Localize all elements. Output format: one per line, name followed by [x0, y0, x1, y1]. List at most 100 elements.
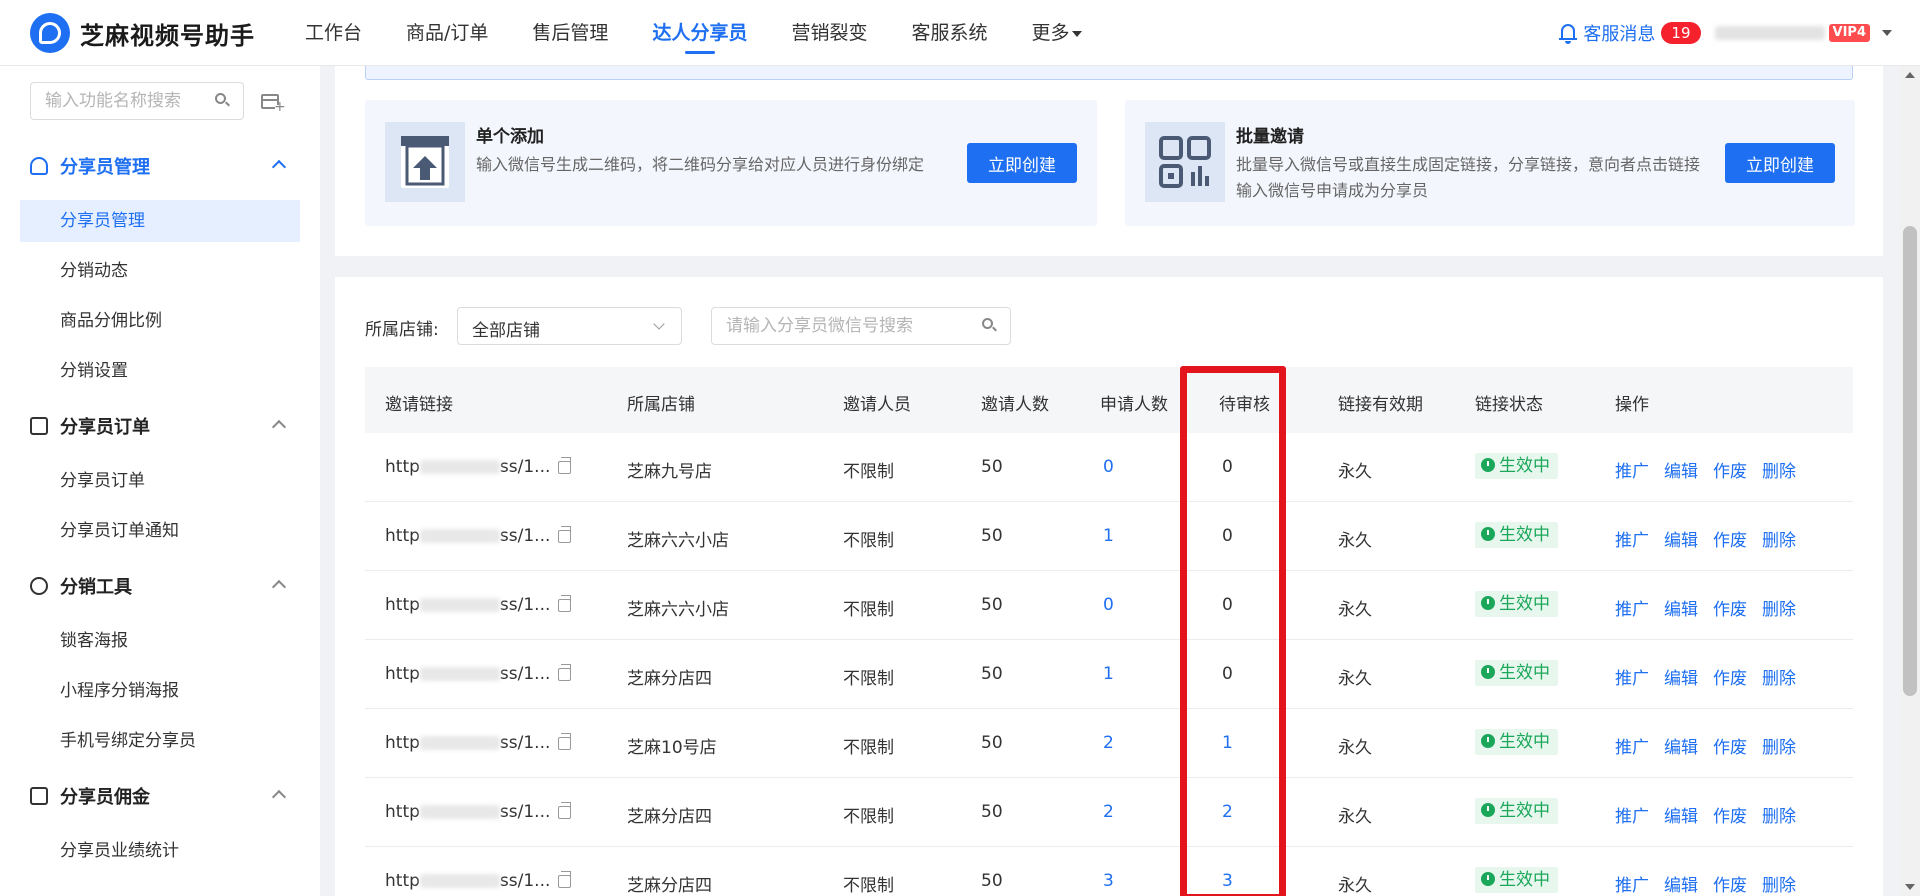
account-name-blurred[interactable]: [1714, 26, 1825, 40]
promote-button[interactable]: 推广: [1615, 876, 1649, 896]
sidebar-item-lock-poster[interactable]: 锁客海报: [20, 620, 300, 662]
invite-link[interactable]: http ss/1...: [385, 456, 572, 477]
edit-button[interactable]: 编辑: [1664, 600, 1698, 620]
delete-button[interactable]: 删除: [1762, 531, 1796, 551]
cell-apply-count[interactable]: 2: [1103, 733, 1114, 753]
scroll-up-icon[interactable]: [1905, 72, 1915, 78]
nav-item-more[interactable]: 更多: [1031, 0, 1082, 66]
sidebar-group-sharer-commission[interactable]: 分享员佣金: [0, 772, 320, 820]
invite-link[interactable]: http ss/1...: [385, 732, 572, 753]
cell-apply-count[interactable]: 2: [1103, 802, 1114, 822]
cell-pending[interactable]: 1: [1222, 733, 1233, 753]
sidebar-item-commission-ratio[interactable]: 商品分佣比例: [20, 300, 300, 342]
nav-item-goods-orders[interactable]: 商品/订单: [406, 0, 488, 66]
col-invite-link: 邀请链接: [385, 395, 453, 415]
scroll-down-icon[interactable]: [1905, 884, 1915, 890]
account-caret-icon[interactable]: [1882, 30, 1892, 36]
copy-icon[interactable]: [558, 870, 572, 888]
sidebar-item-phone-bind[interactable]: 手机号绑定分享员: [20, 720, 300, 762]
single-add-create-button[interactable]: 立即创建: [967, 143, 1077, 183]
void-button[interactable]: 作废: [1713, 738, 1747, 758]
promote-button[interactable]: 推广: [1615, 531, 1649, 551]
cell-pending[interactable]: 3: [1222, 871, 1233, 891]
cell-apply-count[interactable]: 0: [1103, 595, 1114, 615]
promote-button[interactable]: 推广: [1615, 669, 1649, 689]
copy-icon[interactable]: [558, 663, 572, 681]
edit-button[interactable]: 编辑: [1664, 876, 1698, 896]
void-button[interactable]: 作废: [1713, 876, 1747, 896]
edit-button[interactable]: 编辑: [1664, 462, 1698, 482]
sidebar-group-distribution-tools[interactable]: 分销工具: [0, 562, 320, 610]
invite-link[interactable]: http ss/1...: [385, 801, 572, 822]
copy-icon[interactable]: [558, 525, 572, 543]
page-scrollbar[interactable]: [1900, 66, 1920, 896]
edit-button[interactable]: 编辑: [1664, 669, 1698, 689]
status-text: 生效中: [1499, 525, 1550, 545]
sidebar-item-order-notification[interactable]: 分享员订单通知: [20, 510, 300, 552]
delete-button[interactable]: 删除: [1762, 876, 1796, 896]
delete-button[interactable]: 删除: [1762, 669, 1796, 689]
edit-button[interactable]: 编辑: [1664, 807, 1698, 827]
add-shortcut-icon[interactable]: [261, 94, 286, 115]
invite-link[interactable]: http ss/1...: [385, 525, 572, 546]
delete-button[interactable]: 删除: [1762, 738, 1796, 758]
sharer-search-input[interactable]: [712, 308, 962, 344]
nav-item-after-sales[interactable]: 售后管理: [532, 0, 608, 66]
sidebar-item-miniprogram-poster[interactable]: 小程序分销海报: [20, 670, 300, 712]
invite-link[interactable]: http ss/1...: [385, 870, 572, 891]
invite-link[interactable]: http ss/1...: [385, 594, 572, 615]
promote-button[interactable]: 推广: [1615, 738, 1649, 758]
sidebar-item-sharer-orders[interactable]: 分享员订单: [20, 460, 300, 502]
void-button[interactable]: 作废: [1713, 531, 1747, 551]
scroll-thumb[interactable]: [1903, 226, 1917, 696]
delete-button[interactable]: 删除: [1762, 462, 1796, 482]
batch-invite-create-button[interactable]: 立即创建: [1725, 143, 1835, 183]
nav-item-marketing[interactable]: 营销裂变: [791, 0, 867, 66]
top-bar: 芝麻视频号助手 工作台 商品/订单 售后管理 达人分享员 营销裂变 客服系统 更…: [0, 0, 1920, 66]
nav-item-workbench[interactable]: 工作台: [305, 0, 362, 66]
chevron-up-icon[interactable]: [271, 579, 287, 595]
nav-item-sharers[interactable]: 达人分享员: [652, 0, 747, 66]
edit-button[interactable]: 编辑: [1664, 738, 1698, 758]
sidebar-item-sharer-management[interactable]: 分享员管理: [20, 200, 300, 242]
sidebar-search-input[interactable]: [31, 83, 201, 119]
nav-item-customer-service[interactable]: 客服系统: [911, 0, 987, 66]
promote-button[interactable]: 推广: [1615, 600, 1649, 620]
promote-button[interactable]: 推广: [1615, 807, 1649, 827]
cell-validity: 永久: [1338, 738, 1372, 758]
table-row: http ss/1... 芝麻九号店 不限制 50 0 0 永久 生效中 推广 编辑 作废 删除: [365, 433, 1853, 502]
sidebar-item-performance-stats[interactable]: 分享员业绩统计: [20, 830, 300, 872]
sidebar-group-sharer-management[interactable]: 分享员管理: [0, 142, 320, 190]
store-select[interactable]: 全部店铺: [457, 307, 682, 345]
copy-icon[interactable]: [558, 594, 572, 612]
service-message-link[interactable]: 客服消息: [1583, 20, 1655, 46]
cell-apply-count[interactable]: 3: [1103, 871, 1114, 891]
chevron-up-icon[interactable]: [271, 159, 287, 175]
search-icon[interactable]: [215, 93, 230, 107]
app-logo[interactable]: 芝麻视频号助手: [30, 13, 255, 53]
chevron-up-icon[interactable]: [271, 419, 287, 435]
void-button[interactable]: 作废: [1713, 462, 1747, 482]
col-status: 链接状态: [1475, 395, 1543, 415]
cell-pending[interactable]: 2: [1222, 802, 1233, 822]
sidebar-item-distribution-settings[interactable]: 分销设置: [20, 350, 300, 392]
copy-icon[interactable]: [558, 801, 572, 819]
sidebar-group-sharer-orders[interactable]: 分享员订单: [0, 402, 320, 450]
search-icon[interactable]: [982, 318, 997, 332]
sidebar-item-distribution-activity[interactable]: 分销动态: [20, 250, 300, 292]
promote-button[interactable]: 推广: [1615, 462, 1649, 482]
copy-icon[interactable]: [558, 732, 572, 750]
void-button[interactable]: 作废: [1713, 669, 1747, 689]
delete-button[interactable]: 删除: [1762, 600, 1796, 620]
edit-button[interactable]: 编辑: [1664, 531, 1698, 551]
copy-icon[interactable]: [558, 456, 572, 474]
cell-apply-count[interactable]: 0: [1103, 457, 1114, 477]
delete-button[interactable]: 删除: [1762, 807, 1796, 827]
void-button[interactable]: 作废: [1713, 807, 1747, 827]
invite-link[interactable]: http ss/1...: [385, 663, 572, 684]
chevron-up-icon[interactable]: [271, 789, 287, 805]
void-button[interactable]: 作废: [1713, 600, 1747, 620]
cell-apply-count[interactable]: 1: [1103, 664, 1114, 684]
cell-apply-count[interactable]: 1: [1103, 526, 1114, 546]
bell-icon[interactable]: [1559, 23, 1578, 44]
